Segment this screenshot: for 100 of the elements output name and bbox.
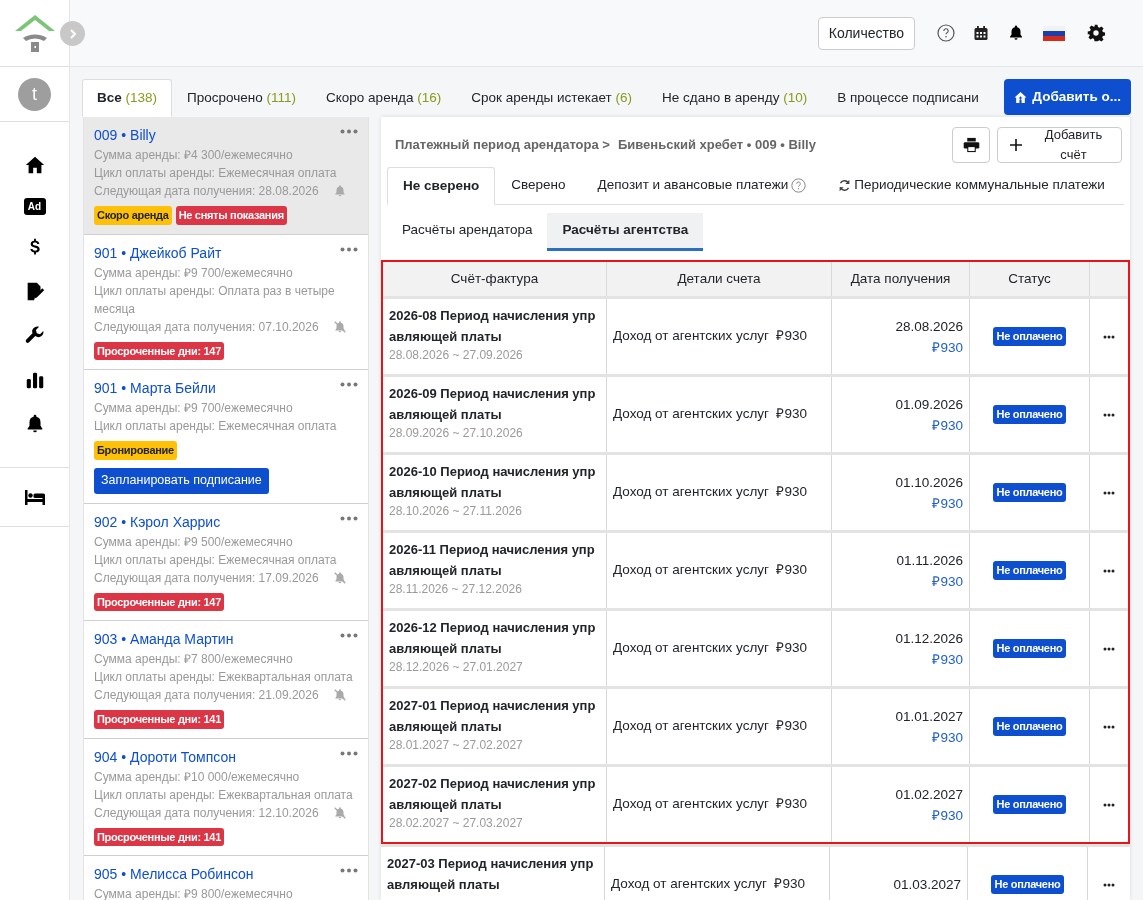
- status-badge: Не оплачено: [992, 561, 1067, 580]
- invoice-amount: ₽930: [932, 416, 963, 435]
- card-detail: Цикл оплаты аренды: Ежемесячная оплата: [94, 165, 338, 182]
- card-detail: Сумма аренды: ₽10 000/ежемесячно: [94, 768, 301, 786]
- print-button[interactable]: [952, 127, 990, 163]
- add-property-button[interactable]: Добавить о...: [1004, 79, 1131, 115]
- invoice-amount: ₽930: [932, 650, 963, 669]
- tenant-name[interactable]: 902 • Кэрол Харрис: [94, 511, 221, 533]
- refresh-icon: [838, 178, 852, 192]
- invoice-title[interactable]: 2026-08 Период начисления управляющей платы: [389, 305, 600, 347]
- more-icon[interactable]: [1103, 412, 1115, 417]
- quantity-button[interactable]: Количество: [817, 16, 915, 50]
- card-detail: Цикл оплаты аренды: Ежеквартальная оплата: [94, 669, 354, 686]
- printer-icon: [962, 137, 980, 153]
- invoice-amount: ₽930: [932, 338, 963, 357]
- filter-tab[interactable]: Срок аренды истекает (6): [456, 79, 648, 117]
- more-icon[interactable]: [1103, 334, 1115, 339]
- invoice-amount: ₽930: [932, 494, 963, 513]
- ad-icon[interactable]: Ad: [23, 198, 46, 215]
- status-tag: Не сняты показания: [175, 206, 287, 225]
- status-badge: Не оплачено: [992, 795, 1067, 814]
- invoice-title[interactable]: 2026-10 Период начисления управляющей платы: [389, 461, 600, 503]
- invoice-title[interactable]: 2026-12 Период начисления управляющей платы: [389, 617, 600, 659]
- bell-icon[interactable]: [1007, 24, 1025, 42]
- ledger-tab[interactable]: Не сверено: [387, 167, 496, 205]
- help-icon: [791, 177, 807, 193]
- filter-tab[interactable]: Все (138): [82, 79, 173, 117]
- home-icon[interactable]: [23, 154, 46, 176]
- flag-icon[interactable]: [1043, 25, 1065, 41]
- card-detail: Сумма аренды: ₽7 800/ежемесячно: [94, 651, 294, 668]
- invoice-details: Доход от агентских услуг ₽930: [613, 483, 807, 502]
- status-badge: Не оплачено: [992, 327, 1067, 346]
- card-detail: Сумма аренды: ₽9 700/ежемесячно: [94, 400, 294, 417]
- tenant-card[interactable]: 009 • Billy Сумма аренды: ₽4 300/ежемесячно Цикл оплаты аренды: Ежемесячная оплата Следующая дата получения: 28.08.2026 Скоро аренда Не сняты показания: [84, 117, 368, 235]
- more-icon[interactable]: [1103, 882, 1115, 887]
- more-icon[interactable]: [1103, 724, 1115, 729]
- add-invoice-button[interactable]: Добавить счёт: [997, 127, 1122, 163]
- invoice-details: Доход от агентских услуг ₽930: [613, 639, 807, 658]
- status-badge: Не оплачено: [990, 875, 1065, 894]
- billing-period: 28.10.2026 ~ 27.11.2026: [389, 503, 523, 520]
- invoice-details: Доход от агентских услуг ₽930: [613, 717, 807, 736]
- invoice-details: Доход от агентских услуг ₽930: [611, 875, 805, 894]
- invoice-amount: ₽930: [932, 572, 963, 591]
- filter-tab[interactable]: Скоро аренда (16): [311, 79, 457, 117]
- billing-period: 28.09.2026 ~ 27.10.2026: [389, 425, 524, 442]
- ledger-tab[interactable]: Сверено: [495, 166, 582, 204]
- card-detail: Цикл оплаты аренды: Оплата раз в четыре месяца: [94, 282, 336, 318]
- settings-icon[interactable]: [1087, 24, 1105, 42]
- invoice-title[interactable]: 2026-11 Период начисления управляющей платы: [389, 539, 600, 581]
- invoice-amount: ₽930: [932, 806, 963, 825]
- due-date: 01.02.2027: [895, 785, 963, 804]
- more-icon[interactable]: [1103, 802, 1115, 807]
- invoice-details: Доход от агентских услуг ₽930: [613, 327, 807, 346]
- tenant-name[interactable]: 009 • Billy: [94, 125, 156, 146]
- status-badge: Не оплачено: [992, 639, 1067, 658]
- breadcrumb-link[interactable]: Платежный период арендатора >: [395, 135, 610, 155]
- settlement-tab[interactable]: Расчёты арендатора: [387, 213, 548, 251]
- status-tag: Скоро аренда: [94, 206, 172, 225]
- schedule-signing-button[interactable]: Запланировать подписание: [94, 467, 269, 494]
- tenant-name[interactable]: 905 • Мелисса Робинсон: [94, 864, 254, 885]
- more-icon[interactable]: [1103, 646, 1115, 651]
- billing-period: 28.11.2026 ~ 27.12.2026: [389, 581, 523, 598]
- tenant-name[interactable]: 904 • Дороти Томпсон: [94, 746, 236, 768]
- next-date: Следующая дата получения: 21.09.2026: [94, 687, 319, 704]
- ledger-tab[interactable]: Депозит и авансовые платежи: [581, 166, 823, 204]
- calendar-icon[interactable]: [973, 25, 989, 41]
- more-icon[interactable]: [1103, 568, 1115, 573]
- card-detail: Сумма аренды: ₽9 700/ежемесячно: [94, 264, 294, 282]
- billing-period: 28.08.2026 ~ 27.09.2026: [389, 347, 524, 364]
- invoice-amount: ₽930: [932, 728, 963, 747]
- invoice-title[interactable]: 2027-01 Период начисления управляющей платы: [389, 695, 600, 737]
- card-detail: Цикл оплаты аренды: Ежемесячная оплата: [94, 551, 338, 569]
- tenant-name[interactable]: 901 • Джейкоб Райт: [94, 242, 222, 264]
- billing-period: 28.02.2027 ~ 27.03.2027: [389, 815, 524, 832]
- ledger-tab[interactable]: Периодические коммунальные платежи: [822, 166, 1121, 204]
- invoice-title[interactable]: 2026-09 Период начисления управляющей платы: [389, 383, 600, 425]
- due-date: 01.09.2026: [895, 395, 963, 414]
- settlement-tab[interactable]: Расчёты агентства: [547, 213, 704, 251]
- tenant-name[interactable]: 901 • Марта Бейли: [94, 378, 216, 399]
- due-date: 28.08.2026: [895, 317, 963, 336]
- card-detail: Цикл оплаты аренды: Ежемесячная оплата: [94, 418, 338, 435]
- filter-tab[interactable]: В процессе подписани: [822, 79, 994, 117]
- card-detail: Сумма аренды: ₽9 800/ежемесячно: [94, 886, 294, 900]
- more-icon[interactable]: [1103, 490, 1115, 495]
- invoice-title[interactable]: 2027-02 Период начисления управляющей платы: [389, 773, 600, 815]
- billing-period: 28.01.2027 ~ 27.02.2027: [389, 737, 524, 754]
- next-date: Следующая дата получения: 12.10.2026: [94, 804, 319, 822]
- status-badge: Не оплачено: [992, 717, 1067, 736]
- invoice-title[interactable]: 2027-03 Период начисления управляющей платы: [387, 853, 598, 895]
- due-date: 01.12.2026: [895, 629, 963, 648]
- filter-tab[interactable]: Просрочено (111): [172, 79, 312, 117]
- next-date: Следующая дата получения: 07.10.2026: [94, 318, 319, 336]
- due-date: 01.01.2027: [895, 707, 963, 726]
- due-date: 01.03.2027: [893, 876, 961, 894]
- house-wifi-logo: [14, 13, 56, 53]
- card-detail: Сумма аренды: ₽4 300/ежемесячно: [94, 147, 294, 164]
- next-date: Следующая дата получения: 17.09.2026: [94, 569, 319, 587]
- filter-tab[interactable]: Не сдано в аренду (10): [647, 79, 823, 117]
- help-icon[interactable]: [937, 24, 955, 42]
- tenant-name[interactable]: 903 • Аманда Мартин: [94, 629, 234, 650]
